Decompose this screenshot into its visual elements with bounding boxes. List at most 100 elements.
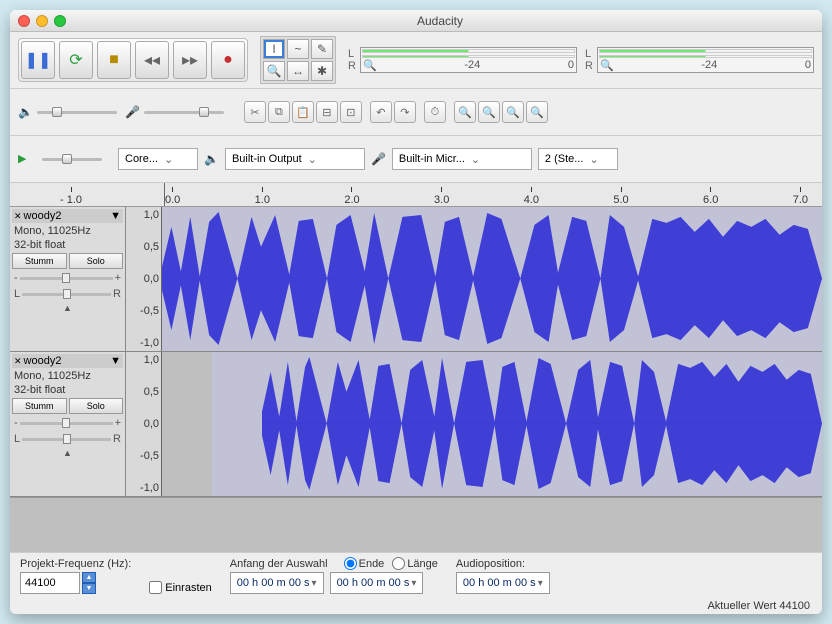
snap-checkbox[interactable]: Einrasten: [149, 581, 211, 594]
channels-select[interactable]: 2 (Ste...⌄: [538, 148, 618, 170]
sel-start-time[interactable]: 00 h 00 m 00 s▾: [230, 572, 324, 594]
track-name[interactable]: woody2: [24, 355, 62, 367]
rate-label: Projekt-Frequenz (Hz):: [20, 558, 131, 570]
sync-toolbar: ⏱: [424, 101, 446, 123]
app-window: Audacity ❚❚ ⟳ ■ ◂◂ ▸▸ ● I ~ ✎ 🔍 ↔ ✱ LR 🔍…: [10, 10, 822, 614]
transport-toolbar: ❚❚ ⟳ ■ ◂◂ ▸▸ ● I ~ ✎ 🔍 ↔ ✱ LR 🔍-240: [10, 32, 822, 89]
speaker-icon: 🔈: [18, 105, 33, 119]
trim-button[interactable]: ⊟: [316, 101, 338, 123]
fit-project-button[interactable]: 🔍: [526, 101, 548, 123]
track-info: Mono, 11025Hz: [12, 225, 123, 237]
sel-end-time[interactable]: 00 h 00 m 00 s▾: [330, 572, 424, 594]
track-format: 32-bit float: [12, 239, 123, 251]
track-menu-button[interactable]: ▼: [110, 355, 121, 367]
playback-slider[interactable]: [37, 111, 117, 114]
track-menu-button[interactable]: ▼: [110, 210, 121, 222]
input-select[interactable]: Built-in Micr...⌄: [392, 148, 532, 170]
track-format: 32-bit float: [12, 384, 123, 396]
speed-slider[interactable]: [42, 158, 102, 161]
gain-slider[interactable]: -+: [12, 416, 123, 430]
solo-button[interactable]: Solo: [69, 398, 124, 414]
divider[interactable]: [108, 139, 112, 179]
window-title: Audacity: [66, 14, 814, 28]
zoom-icon[interactable]: [54, 15, 66, 27]
pan-slider[interactable]: LR: [12, 432, 123, 446]
playback-meter[interactable]: LR 🔍-240: [348, 47, 577, 73]
sync-button[interactable]: ⏱: [424, 101, 446, 123]
record-volume: 🎤: [125, 105, 224, 119]
redo-button[interactable]: ↷: [394, 101, 416, 123]
speaker-icon: 🔈: [204, 152, 219, 166]
play-indicator-icon: ▶: [18, 152, 36, 166]
track-name[interactable]: woody2: [24, 210, 62, 222]
draw-tool[interactable]: ✎: [311, 39, 333, 59]
record-meter[interactable]: LR 🔍-240: [585, 47, 814, 73]
track-info: Mono, 11025Hz: [12, 370, 123, 382]
amplitude-scale: 1,00,50,0-0,5-1,0: [126, 207, 162, 351]
divider[interactable]: [232, 92, 236, 132]
play-button[interactable]: ⟳: [59, 41, 93, 79]
waveform[interactable]: [162, 352, 822, 496]
timeshift-tool[interactable]: ↔: [287, 61, 309, 81]
track-close-button[interactable]: ✕: [14, 211, 22, 222]
selection-tool[interactable]: I: [263, 39, 285, 59]
track-panel: ✕ woody2 ▼ Mono, 11025Hz 32-bit float St…: [10, 352, 126, 496]
mic-icon: 🎤: [371, 152, 386, 166]
mute-button[interactable]: Stumm: [12, 253, 67, 269]
output-select[interactable]: Built-in Output⌄: [225, 148, 365, 170]
minimize-icon[interactable]: [36, 15, 48, 27]
rate-input[interactable]: [20, 572, 80, 594]
meter-tick: 🔍: [600, 59, 614, 72]
envelope-tool[interactable]: ~: [287, 39, 309, 59]
mixer-toolbar: 🔈 🎤 ✂ ⧉ 📋 ⊟ ⊡ ↶ ↷ ⏱ 🔍 🔍 🔍 🔍: [10, 89, 822, 136]
zoom-in-button[interactable]: 🔍: [454, 101, 476, 123]
tool-grid: I ~ ✎ 🔍 ↔ ✱: [260, 36, 336, 84]
track: ✕ woody2 ▼ Mono, 11025Hz 32-bit float St…: [10, 352, 822, 497]
copy-button[interactable]: ⧉: [268, 101, 290, 123]
mic-icon: 🎤: [125, 105, 140, 119]
cut-button[interactable]: ✂: [244, 101, 266, 123]
multi-tool[interactable]: ✱: [311, 61, 333, 81]
silence-button[interactable]: ⊡: [340, 101, 362, 123]
titlebar[interactable]: Audacity: [10, 10, 822, 32]
playback-volume: 🔈: [18, 105, 117, 119]
skip-end-button[interactable]: ▸▸: [173, 41, 207, 79]
track-close-button[interactable]: ✕: [14, 356, 22, 367]
tracks-area: ✕ woody2 ▼ Mono, 11025Hz 32-bit float St…: [10, 207, 822, 552]
fit-selection-button[interactable]: 🔍: [502, 101, 524, 123]
skip-start-button[interactable]: ◂◂: [135, 41, 169, 79]
gain-slider[interactable]: -+: [12, 271, 123, 285]
edit-toolbar: ✂ ⧉ 📋 ⊟ ⊡: [244, 101, 362, 123]
record-slider[interactable]: [144, 111, 224, 114]
end-radio[interactable]: Ende: [344, 557, 385, 570]
window-controls: [18, 15, 66, 27]
empty-track-area[interactable]: [10, 497, 822, 521]
pause-button[interactable]: ❚❚: [21, 41, 55, 79]
rate-stepper[interactable]: ▲▼: [82, 572, 96, 594]
transport-controls: ❚❚ ⟳ ■ ◂◂ ▸▸ ●: [18, 38, 248, 82]
solo-button[interactable]: Solo: [69, 253, 124, 269]
audio-position-time[interactable]: 00 h 00 m 00 s▾: [456, 572, 550, 594]
collapse-button[interactable]: ▲: [12, 448, 123, 458]
zoom-out-button[interactable]: 🔍: [478, 101, 500, 123]
amplitude-scale: 1,00,50,0-0,5-1,0: [126, 352, 162, 496]
close-icon[interactable]: [18, 15, 30, 27]
length-radio[interactable]: Länge: [392, 557, 438, 570]
zoom-tool[interactable]: 🔍: [263, 61, 285, 81]
time-ruler[interactable]: - 1.0 0.0 1.0 2.0 3.0 4.0 5.0 6.0 7.0: [10, 183, 822, 207]
collapse-button[interactable]: ▲: [12, 303, 123, 313]
paste-button[interactable]: 📋: [292, 101, 314, 123]
pan-slider[interactable]: LR: [12, 287, 123, 301]
waveform[interactable]: [162, 207, 822, 351]
meters: LR 🔍-240 LR 🔍-240: [340, 47, 814, 73]
divider[interactable]: [252, 40, 256, 80]
record-button[interactable]: ●: [211, 41, 245, 79]
mute-button[interactable]: Stumm: [12, 398, 67, 414]
status-bar: Aktueller Wert 44100: [10, 598, 822, 614]
host-select[interactable]: Core...⌄: [118, 148, 198, 170]
undo-toolbar: ↶ ↷: [370, 101, 416, 123]
selection-toolbar: Projekt-Frequenz (Hz): ▲▼ Einrasten Anfa…: [10, 552, 822, 598]
track-panel: ✕ woody2 ▼ Mono, 11025Hz 32-bit float St…: [10, 207, 126, 351]
stop-button[interactable]: ■: [97, 41, 131, 79]
undo-button[interactable]: ↶: [370, 101, 392, 123]
